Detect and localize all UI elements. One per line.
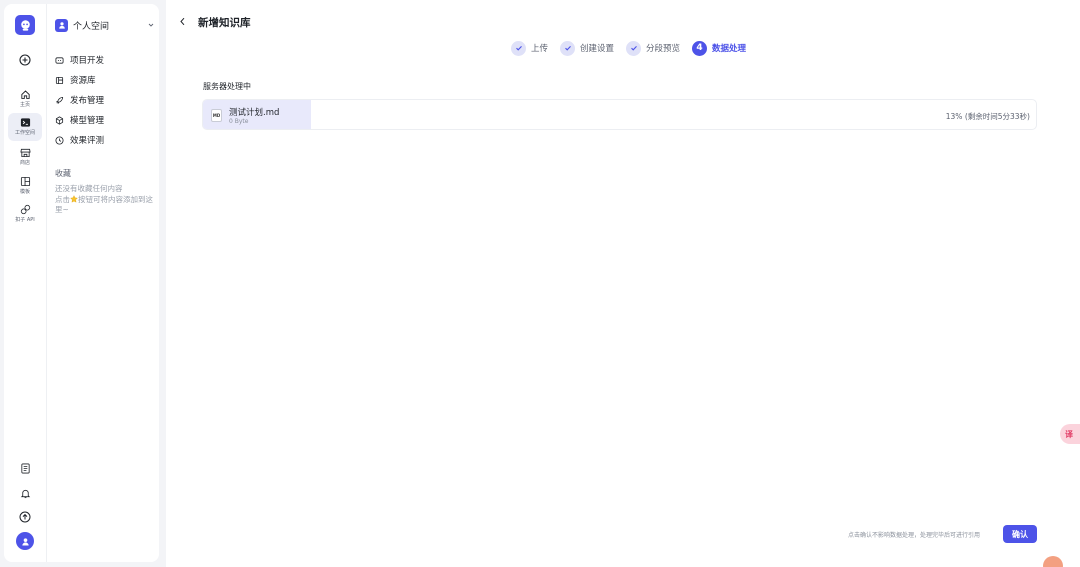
create-button[interactable] — [8, 50, 42, 70]
page-title: 新增知识库 — [198, 17, 251, 29]
nav-library[interactable]: 资源库 — [55, 72, 155, 88]
rail-home[interactable]: 主页 — [8, 86, 42, 110]
back-button[interactable] — [176, 14, 188, 28]
step-create-settings-label: 创建设置 — [580, 44, 615, 54]
file-size: 0 Byte — [229, 118, 249, 125]
nav-evaluation[interactable]: 效果评测 — [55, 132, 155, 148]
workspace-sidebar: 个人空间 项目开发 资源库 发布管理 模型管理 效果评测 收藏 还没有收藏任何内… — [46, 4, 159, 562]
favorites-hint-line-1: 还没有收藏任何内容 — [55, 184, 123, 193]
file-progress-status: 13% (剩余时间5分33秒) — [945, 112, 1030, 121]
favorites-title: 收藏 — [55, 169, 71, 178]
nav-library-label: 资源库 — [70, 76, 96, 86]
step-upload: 上传 — [511, 40, 549, 56]
nav-project-dev[interactable]: 项目开发 — [55, 52, 155, 68]
nav-project-dev-label: 项目开发 — [70, 56, 105, 66]
rail-template[interactable]: 模板 — [8, 174, 42, 198]
space-avatar — [55, 18, 68, 32]
icon-rail: 主页 工作空间 商店 模板 扣子 API — [4, 4, 46, 562]
favorites-hint-line-2: 点击 按钮可将内容添加到这里~ — [55, 195, 157, 216]
nav-models-label: 模型管理 — [70, 116, 105, 126]
step-data-processing: 4 数据处理 — [692, 40, 747, 56]
user-icon — [58, 22, 65, 29]
step-create-settings: 创建设置 — [560, 40, 615, 56]
check-icon — [630, 46, 637, 51]
rail-home-label: 主页 — [19, 102, 30, 108]
step-create-settings-check — [560, 40, 576, 56]
app-logo[interactable] — [15, 15, 35, 35]
library-icon — [55, 76, 64, 84]
notifications-button[interactable] — [8, 485, 42, 501]
upgrade-button[interactable] — [8, 509, 42, 525]
rocket-icon — [56, 96, 64, 104]
file-processing-row: MD 测试计划.md 0 Byte 13% (剩余时间5分33秒) — [202, 99, 1037, 130]
robot-logo-icon — [20, 19, 30, 31]
favorites-empty-hint: 还没有收藏任何内容 点击 按钮可将内容添加到这里~ — [55, 184, 157, 216]
step-upload-label: 上传 — [531, 44, 549, 54]
nav-publish-label: 发布管理 — [70, 96, 105, 106]
favorites-hint-prefix: 点击 — [55, 194, 70, 204]
bell-icon — [20, 489, 30, 498]
chevron-down-icon — [148, 23, 154, 27]
arrow-up-circle-icon — [19, 511, 31, 523]
model-icon — [55, 115, 64, 125]
confirm-hint: 点击确认不影响数据处理，处理完毕后可进行引用 — [848, 532, 981, 539]
space-switcher[interactable]: 个人空间 — [55, 16, 155, 34]
evaluate-icon — [55, 135, 64, 145]
chevron-left-icon — [179, 17, 184, 25]
confirm-button[interactable]: 确认 — [1003, 525, 1037, 543]
rail-api[interactable]: 扣子 API — [8, 202, 42, 226]
markdown-file-icon: MD — [211, 109, 222, 122]
step-data-processing-number: 4 — [692, 40, 708, 56]
step-upload-check — [511, 40, 526, 56]
rail-template-label: 模板 — [19, 189, 30, 195]
nav-models[interactable]: 模型管理 — [55, 112, 155, 128]
add-icon — [19, 54, 31, 66]
check-icon — [564, 46, 571, 51]
main-panel: 新增知识库 上传 创建设置 分段预览 4 数据处理 服务器处理中 MD 测试计划… — [166, 0, 1080, 567]
processing-status-label: 服务器处理中 — [203, 82, 251, 91]
rail-workspace-label: 工作空间 — [14, 130, 35, 136]
template-icon — [20, 176, 30, 187]
star-icon — [70, 194, 78, 203]
rail-api-label: 扣子 API — [15, 217, 35, 223]
terminal-icon — [20, 118, 30, 127]
link-icon — [20, 204, 30, 215]
nav-publish[interactable]: 发布管理 — [55, 92, 155, 108]
user-icon — [21, 537, 29, 546]
rail-workspace[interactable]: 工作空间 — [8, 113, 42, 141]
project-icon — [55, 56, 64, 64]
rail-store[interactable]: 商店 — [8, 145, 42, 169]
document-icon — [20, 463, 30, 473]
translate-float-button[interactable]: 译 — [1060, 424, 1080, 444]
rail-store-label: 商店 — [19, 160, 30, 166]
home-icon — [20, 90, 30, 99]
space-name: 个人空间 — [73, 21, 110, 32]
nav-evaluation-label: 效果评测 — [70, 136, 105, 146]
stepper: 上传 创建设置 分段预览 4 数据处理 — [511, 40, 758, 56]
step-segment-preview-check — [626, 40, 642, 56]
step-segment-preview: 分段预览 — [626, 40, 681, 56]
step-data-processing-label: 数据处理 — [712, 44, 747, 54]
file-name: 测试计划.md — [229, 108, 280, 118]
user-avatar[interactable] — [16, 532, 34, 550]
step-segment-preview-label: 分段预览 — [646, 44, 681, 54]
store-icon — [19, 148, 31, 158]
docs-button[interactable] — [8, 460, 42, 476]
check-icon — [515, 46, 522, 51]
